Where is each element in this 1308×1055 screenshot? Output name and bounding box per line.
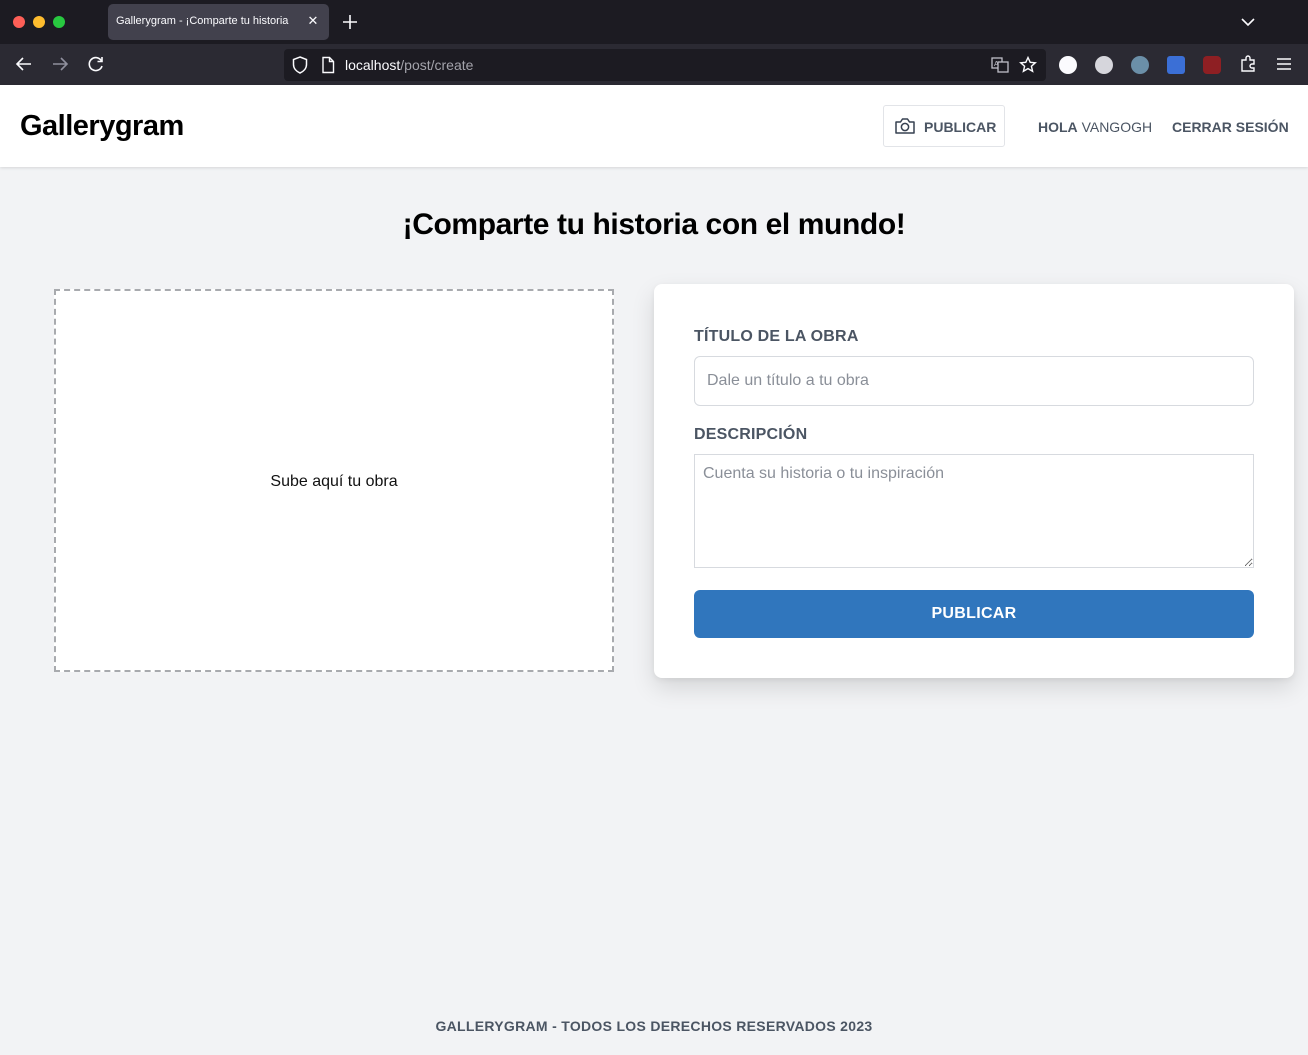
extension-circle-icon[interactable] <box>1095 56 1113 74</box>
publish-nav-button[interactable]: PUBLICAR <box>883 105 1005 147</box>
publish-nav-label: PUBLICAR <box>924 119 997 135</box>
image-dropzone[interactable]: Sube aquí tu obra <box>54 289 614 672</box>
shield-icon[interactable] <box>290 55 310 75</box>
publish-submit-button[interactable]: PUBLICAR <box>694 590 1254 638</box>
page-title: ¡Comparte tu historia con el mundo! <box>402 208 906 241</box>
extension-glasses-icon[interactable] <box>1131 56 1149 74</box>
back-arrow-icon[interactable] <box>14 54 34 74</box>
dropzone-text: Sube aquí tu obra <box>270 473 398 490</box>
reload-icon[interactable] <box>86 54 106 74</box>
svg-text:A: A <box>994 61 999 68</box>
description-textarea[interactable] <box>694 454 1254 568</box>
new-tab-plus-icon[interactable] <box>340 12 360 32</box>
url-text[interactable]: localhost/post/create <box>345 57 473 73</box>
camera-icon <box>895 118 915 134</box>
title-label: TÍTULO DE LA OBRA <box>694 328 859 345</box>
extension-ublock-icon[interactable] <box>1203 56 1221 74</box>
tab-close-icon[interactable]: ✕ <box>307 14 319 28</box>
chevron-down-icon[interactable] <box>1240 14 1256 30</box>
star-icon[interactable] <box>1018 55 1038 75</box>
extension-translate-icon[interactable] <box>1167 56 1185 74</box>
title-input[interactable] <box>694 356 1254 406</box>
footer-text: GALLERYGRAM - TODOS LOS DERECHOS RESERVA… <box>435 1018 873 1034</box>
puzzle-icon[interactable] <box>1238 54 1258 74</box>
window-minimize-button[interactable] <box>33 16 45 28</box>
forward-arrow-icon[interactable] <box>50 54 70 74</box>
browser-toolbar: localhost/post/create A <box>0 44 1308 85</box>
tab-title: Gallerygram - ¡Comparte tu historia <box>116 15 289 27</box>
url-path: /post/create <box>400 57 474 73</box>
browser-tab-active[interactable]: Gallerygram - ¡Comparte tu historia ✕ <box>108 4 329 40</box>
url-host: localhost <box>345 57 401 73</box>
address-bar[interactable]: localhost/post/create A <box>284 49 1046 81</box>
logout-link[interactable]: CERRAR SESIÓN <box>1172 119 1289 135</box>
page-icon <box>322 56 335 74</box>
username: VANGOGH <box>1081 119 1153 135</box>
browser-tab-bar: Gallerygram - ¡Comparte tu historia ✕ <box>0 0 1308 44</box>
user-greeting[interactable]: HOLA VANGOGH <box>1038 119 1152 135</box>
extension-v-icon[interactable] <box>1059 56 1077 74</box>
greeting-prefix: HOLA <box>1038 119 1078 135</box>
window-close-button[interactable] <box>13 16 25 28</box>
brand-logo[interactable]: Gallerygram <box>20 110 184 143</box>
site-header: Gallerygram PUBLICAR HOLA VANGOGH CERRAR… <box>0 85 1308 167</box>
translate-icon[interactable]: A <box>990 55 1010 75</box>
hamburger-menu-icon[interactable] <box>1274 54 1294 74</box>
window-zoom-button[interactable] <box>53 16 65 28</box>
description-label: DESCRIPCIÓN <box>694 426 808 443</box>
post-form: TÍTULO DE LA OBRA DESCRIPCIÓN PUBLICAR <box>654 284 1294 678</box>
